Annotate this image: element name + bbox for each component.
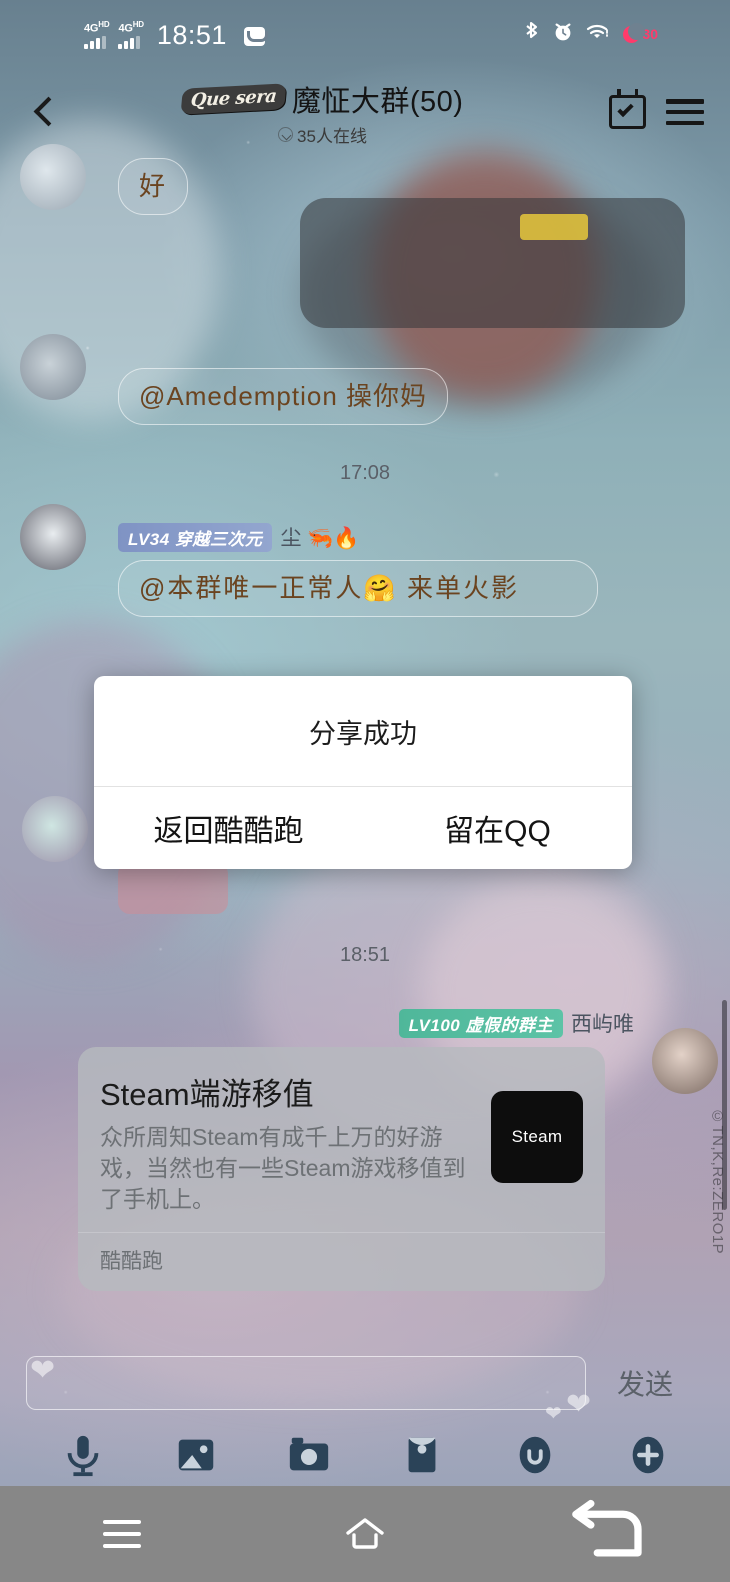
dialog-message: 分享成功	[309, 718, 417, 749]
recents-menu-icon	[102, 1520, 141, 1548]
home-icon	[346, 1518, 384, 1549]
back-button[interactable]	[563, 1500, 653, 1564]
stay-in-qq-button[interactable]: 留在QQ	[363, 787, 632, 869]
dialog-actions: 返回酷酷跑 留在QQ	[94, 787, 632, 869]
back-arrow-icon	[572, 1500, 642, 1557]
home-button[interactable]	[320, 1504, 410, 1564]
return-to-app-button[interactable]: 返回酷酷跑	[94, 787, 363, 869]
share-success-dialog: 分享成功 返回酷酷跑 留在QQ	[94, 676, 632, 869]
android-nav-bar	[0, 1486, 730, 1582]
recents-button[interactable]	[77, 1504, 167, 1564]
